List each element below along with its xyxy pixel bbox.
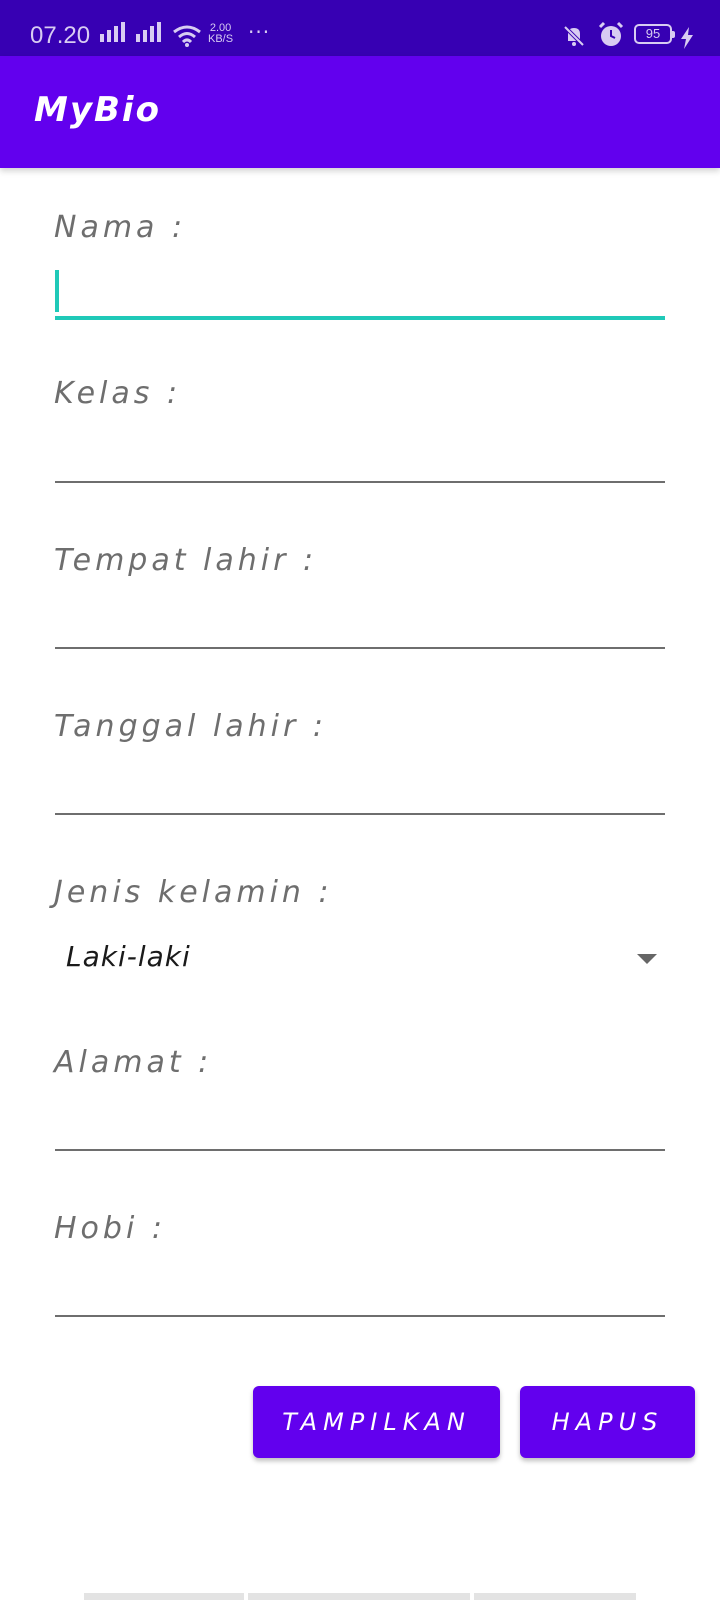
nav-handle-center bbox=[248, 1593, 470, 1600]
tempat-lahir-input[interactable] bbox=[55, 586, 665, 646]
more-indicator: ··· bbox=[248, 20, 271, 44]
hapus-button[interactable]: HAPUS bbox=[520, 1386, 695, 1458]
jenis-kelamin-value: Laki-laki bbox=[66, 940, 191, 973]
jenis-kelamin-label: Jenis kelamin : bbox=[54, 875, 333, 910]
kelas-underline bbox=[55, 481, 665, 483]
alarm-icon bbox=[598, 21, 624, 46]
battery-icon: 95 bbox=[634, 24, 675, 44]
tanggal-lahir-underline bbox=[55, 813, 665, 815]
wifi-icon bbox=[173, 25, 201, 47]
nama-input[interactable] bbox=[55, 260, 665, 320]
app-bar: MyBio bbox=[0, 56, 720, 168]
status-bar: 07.20 2.00 KB/S ··· 95 bbox=[0, 0, 720, 56]
alamat-underline bbox=[55, 1149, 665, 1151]
kelas-input[interactable] bbox=[55, 420, 665, 480]
tanggal-lahir-input[interactable] bbox=[55, 752, 665, 812]
kelas-label: Kelas : bbox=[54, 376, 182, 411]
network-speed: 2.00 KB/S bbox=[208, 23, 233, 45]
status-time: 07.20 bbox=[30, 22, 91, 49]
nama-underline bbox=[55, 316, 665, 320]
charging-icon bbox=[681, 27, 693, 49]
nav-handle-right bbox=[474, 1593, 636, 1600]
bell-off-icon bbox=[563, 25, 585, 47]
hobi-label: Hobi : bbox=[54, 1211, 166, 1246]
network-speed-unit: KB/S bbox=[208, 33, 234, 45]
tempat-lahir-underline bbox=[55, 647, 665, 649]
alamat-input[interactable] bbox=[55, 1088, 665, 1148]
signal-icon bbox=[100, 20, 125, 48]
text-cursor bbox=[55, 270, 59, 312]
app-title: MyBio bbox=[34, 90, 161, 130]
hobi-input[interactable] bbox=[55, 1254, 665, 1314]
nama-label: Nama : bbox=[54, 210, 187, 245]
tempat-lahir-label: Tempat lahir : bbox=[54, 543, 318, 578]
signal-icon bbox=[136, 20, 161, 48]
tanggal-lahir-label: Tanggal lahir : bbox=[54, 709, 327, 744]
tampilkan-button[interactable]: TAMPILKAN bbox=[253, 1386, 500, 1458]
hobi-underline bbox=[55, 1315, 665, 1317]
alamat-label: Alamat : bbox=[54, 1045, 213, 1080]
nav-handle-left bbox=[84, 1593, 244, 1600]
dropdown-arrow-icon bbox=[637, 954, 657, 964]
